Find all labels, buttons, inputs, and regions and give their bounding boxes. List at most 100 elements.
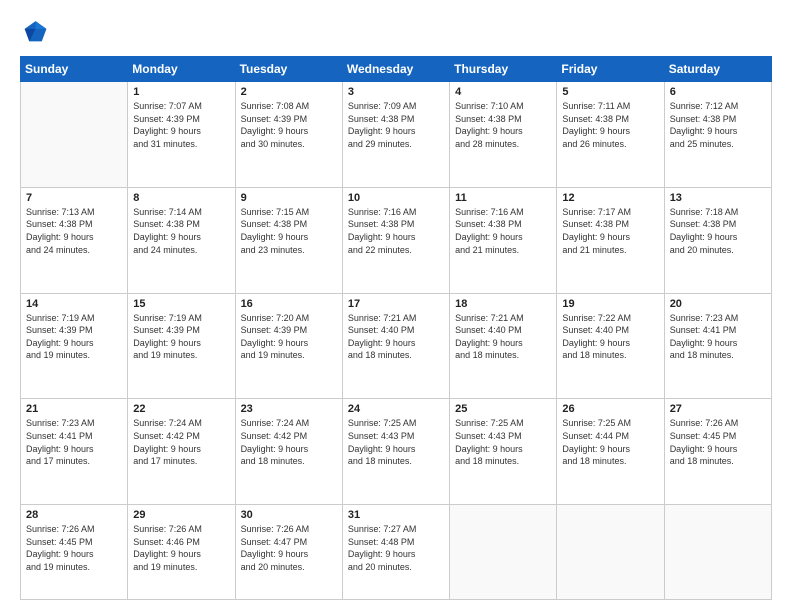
calendar-cell: 28Sunrise: 7:26 AM Sunset: 4:45 PM Dayli…: [21, 505, 128, 600]
day-number: 6: [670, 86, 766, 98]
day-number: 14: [26, 298, 122, 310]
day-number: 23: [241, 403, 337, 415]
day-number: 28: [26, 509, 122, 521]
calendar-cell: 17 Sunrise: 7:21 AM Sunset: 4:40 PM Dayli…: [342, 293, 449, 399]
calendar-cell: [21, 82, 128, 188]
day-number: 9: [241, 192, 337, 204]
logo: [20, 18, 52, 46]
calendar-cell: 22 Sunrise: 7:24 AM Sunset: 4:42 PM Dayli…: [128, 399, 235, 505]
day-number: 27: [670, 403, 766, 415]
day-number: 3: [348, 86, 444, 98]
calendar-header-tuesday: Tuesday: [235, 57, 342, 82]
day-info: Sunrise: 7:17 AM Sunset: 4:38 PM Dayligh…: [562, 206, 658, 256]
calendar-header-sunday: Sunday: [21, 57, 128, 82]
day-number: 22: [133, 403, 229, 415]
day-info: Sunrise: 7:24 AM Sunset: 4:42 PM Dayligh…: [133, 417, 229, 467]
calendar-week-row: 21 Sunrise: 7:23 AM Sunset: 4:41 PM Dayli…: [21, 399, 772, 505]
day-info: Sunrise: 7:26 AM Sunset: 4:45 PM Dayligh…: [670, 417, 766, 467]
calendar-week-row: 14 Sunrise: 7:19 AM Sunset: 4:39 PM Dayli…: [21, 293, 772, 399]
calendar-cell: 20 Sunrise: 7:23 AM Sunset: 4:41 PM Dayli…: [664, 293, 771, 399]
day-number: 7: [26, 192, 122, 204]
day-number: 8: [133, 192, 229, 204]
calendar-cell: [450, 505, 557, 600]
day-info: Sunrise: 7:14 AM Sunset: 4:38 PM Dayligh…: [133, 206, 229, 256]
calendar-header-row: SundayMondayTuesdayWednesdayThursdayFrid…: [21, 57, 772, 82]
day-info: Sunrise: 7:13 AM Sunset: 4:38 PM Dayligh…: [26, 206, 122, 256]
day-info: Sunrise: 7:21 AM Sunset: 4:40 PM Dayligh…: [455, 312, 551, 362]
day-info: Sunrise: 7:25 AM Sunset: 4:44 PM Dayligh…: [562, 417, 658, 467]
day-number: 25: [455, 403, 551, 415]
calendar-header-saturday: Saturday: [664, 57, 771, 82]
day-info: Sunrise: 7:16 AM Sunset: 4:38 PM Dayligh…: [455, 206, 551, 256]
calendar-cell: 31Sunrise: 7:27 AM Sunset: 4:48 PM Dayli…: [342, 505, 449, 600]
calendar-week-row: 1 Sunrise: 7:07 AM Sunset: 4:39 PM Daylig…: [21, 82, 772, 188]
calendar-cell: 25 Sunrise: 7:25 AM Sunset: 4:43 PM Dayli…: [450, 399, 557, 505]
calendar-header-friday: Friday: [557, 57, 664, 82]
calendar-cell: 7 Sunrise: 7:13 AM Sunset: 4:38 PM Daylig…: [21, 187, 128, 293]
day-info: Sunrise: 7:19 AM Sunset: 4:39 PM Dayligh…: [133, 312, 229, 362]
calendar-table: SundayMondayTuesdayWednesdayThursdayFrid…: [20, 56, 772, 600]
day-info: Sunrise: 7:25 AM Sunset: 4:43 PM Dayligh…: [348, 417, 444, 467]
day-info: Sunrise: 7:21 AM Sunset: 4:40 PM Dayligh…: [348, 312, 444, 362]
calendar-cell: 9 Sunrise: 7:15 AM Sunset: 4:38 PM Daylig…: [235, 187, 342, 293]
day-info: Sunrise: 7:11 AM Sunset: 4:38 PM Dayligh…: [562, 100, 658, 150]
calendar-cell: 23 Sunrise: 7:24 AM Sunset: 4:42 PM Dayli…: [235, 399, 342, 505]
calendar-cell: 5Sunrise: 7:11 AM Sunset: 4:38 PM Daylig…: [557, 82, 664, 188]
day-info: Sunrise: 7:24 AM Sunset: 4:42 PM Dayligh…: [241, 417, 337, 467]
calendar-cell: 21 Sunrise: 7:23 AM Sunset: 4:41 PM Dayli…: [21, 399, 128, 505]
day-number: 21: [26, 403, 122, 415]
day-number: 18: [455, 298, 551, 310]
day-info: Sunrise: 7:25 AM Sunset: 4:43 PM Dayligh…: [455, 417, 551, 467]
day-info: Sunrise: 7:23 AM Sunset: 4:41 PM Dayligh…: [670, 312, 766, 362]
day-info: Sunrise: 7:26 AM Sunset: 4:47 PM Dayligh…: [241, 523, 337, 573]
day-info: Sunrise: 7:08 AM Sunset: 4:39 PM Dayligh…: [241, 100, 337, 150]
calendar-cell: 10 Sunrise: 7:16 AM Sunset: 4:38 PM Dayli…: [342, 187, 449, 293]
calendar-cell: 14 Sunrise: 7:19 AM Sunset: 4:39 PM Dayli…: [21, 293, 128, 399]
day-info: Sunrise: 7:18 AM Sunset: 4:38 PM Dayligh…: [670, 206, 766, 256]
day-number: 1: [133, 86, 229, 98]
calendar-cell: 4Sunrise: 7:10 AM Sunset: 4:38 PM Daylig…: [450, 82, 557, 188]
calendar-cell: 24 Sunrise: 7:25 AM Sunset: 4:43 PM Dayli…: [342, 399, 449, 505]
page: SundayMondayTuesdayWednesdayThursdayFrid…: [0, 0, 792, 612]
day-info: Sunrise: 7:10 AM Sunset: 4:38 PM Dayligh…: [455, 100, 551, 150]
calendar-cell: 29Sunrise: 7:26 AM Sunset: 4:46 PM Dayli…: [128, 505, 235, 600]
day-number: 10: [348, 192, 444, 204]
day-number: 20: [670, 298, 766, 310]
logo-icon: [20, 18, 48, 46]
calendar-cell: 1 Sunrise: 7:07 AM Sunset: 4:39 PM Daylig…: [128, 82, 235, 188]
calendar-cell: 18 Sunrise: 7:21 AM Sunset: 4:40 PM Dayli…: [450, 293, 557, 399]
day-number: 26: [562, 403, 658, 415]
calendar-cell: 15 Sunrise: 7:19 AM Sunset: 4:39 PM Dayli…: [128, 293, 235, 399]
day-number: 2: [241, 86, 337, 98]
day-number: 13: [670, 192, 766, 204]
calendar-cell: 27 Sunrise: 7:26 AM Sunset: 4:45 PM Dayli…: [664, 399, 771, 505]
day-info: Sunrise: 7:20 AM Sunset: 4:39 PM Dayligh…: [241, 312, 337, 362]
calendar-cell: 11 Sunrise: 7:16 AM Sunset: 4:38 PM Dayli…: [450, 187, 557, 293]
day-number: 29: [133, 509, 229, 521]
calendar-cell: 3 Sunrise: 7:09 AM Sunset: 4:38 PM Daylig…: [342, 82, 449, 188]
calendar-cell: 8 Sunrise: 7:14 AM Sunset: 4:38 PM Daylig…: [128, 187, 235, 293]
calendar-cell: 2 Sunrise: 7:08 AM Sunset: 4:39 PM Daylig…: [235, 82, 342, 188]
day-number: 31: [348, 509, 444, 521]
day-number: 12: [562, 192, 658, 204]
day-number: 16: [241, 298, 337, 310]
day-number: 15: [133, 298, 229, 310]
day-number: 17: [348, 298, 444, 310]
day-info: Sunrise: 7:12 AM Sunset: 4:38 PM Dayligh…: [670, 100, 766, 150]
day-info: Sunrise: 7:09 AM Sunset: 4:38 PM Dayligh…: [348, 100, 444, 150]
day-info: Sunrise: 7:22 AM Sunset: 4:40 PM Dayligh…: [562, 312, 658, 362]
header: [20, 18, 772, 46]
calendar-cell: 6 Sunrise: 7:12 AM Sunset: 4:38 PM Daylig…: [664, 82, 771, 188]
day-info: Sunrise: 7:16 AM Sunset: 4:38 PM Dayligh…: [348, 206, 444, 256]
day-number: 11: [455, 192, 551, 204]
day-info: Sunrise: 7:23 AM Sunset: 4:41 PM Dayligh…: [26, 417, 122, 467]
calendar-cell: [664, 505, 771, 600]
calendar-cell: 19Sunrise: 7:22 AM Sunset: 4:40 PM Dayli…: [557, 293, 664, 399]
day-info: Sunrise: 7:19 AM Sunset: 4:39 PM Dayligh…: [26, 312, 122, 362]
day-info: Sunrise: 7:07 AM Sunset: 4:39 PM Dayligh…: [133, 100, 229, 150]
day-number: 24: [348, 403, 444, 415]
calendar-cell: 30Sunrise: 7:26 AM Sunset: 4:47 PM Dayli…: [235, 505, 342, 600]
calendar-week-row: 7 Sunrise: 7:13 AM Sunset: 4:38 PM Daylig…: [21, 187, 772, 293]
calendar-cell: 26 Sunrise: 7:25 AM Sunset: 4:44 PM Dayli…: [557, 399, 664, 505]
day-info: Sunrise: 7:15 AM Sunset: 4:38 PM Dayligh…: [241, 206, 337, 256]
